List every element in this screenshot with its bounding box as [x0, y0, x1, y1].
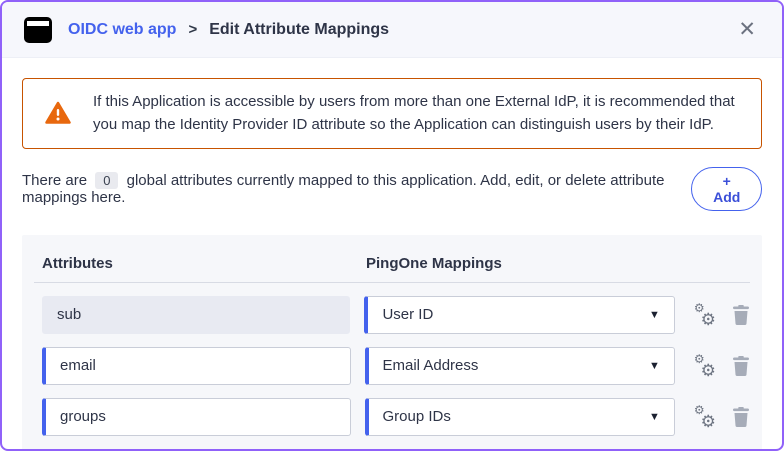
- mapping-dropdown[interactable]: Group IDs ▼: [364, 397, 675, 436]
- dialog-content: If this Application is accessible by use…: [2, 58, 782, 449]
- attribute-input[interactable]: [42, 346, 351, 385]
- table-row: Email Address ▼ ⚙ ⚙: [32, 346, 752, 385]
- chevron-down-icon: ▼: [649, 308, 660, 321]
- breadcrumb-separator: >: [188, 21, 198, 38]
- advanced-settings-button[interactable]: ⚙ ⚙: [692, 404, 717, 430]
- mapping-dropdown[interactable]: User ID ▼: [364, 295, 675, 334]
- gears-icon: ⚙: [700, 360, 716, 380]
- summary-text: There are 0 global attributes currently …: [22, 171, 691, 206]
- advanced-settings-button[interactable]: ⚙ ⚙: [692, 302, 717, 328]
- dialog-header: OIDC web app > Edit Attribute Mappings ✕: [2, 2, 782, 58]
- table-row: Group IDs ▼ ⚙ ⚙: [32, 397, 752, 436]
- close-button[interactable]: ✕: [734, 17, 760, 42]
- mapping-dropdown-value: Email Address: [382, 357, 479, 374]
- add-mapping-button[interactable]: + Add: [691, 166, 762, 211]
- breadcrumb-app-link[interactable]: OIDC web app: [68, 21, 176, 39]
- delete-mapping-button[interactable]: [731, 405, 752, 429]
- chevron-down-icon: ▼: [649, 359, 660, 372]
- warning-triangle-icon: [45, 101, 71, 125]
- chevron-down-icon: ▼: [649, 410, 660, 423]
- delete-mapping-button[interactable]: [731, 354, 752, 378]
- trash-icon: [733, 355, 750, 376]
- summary-row: There are 0 global attributes currently …: [22, 166, 762, 211]
- attribute-input[interactable]: [42, 397, 351, 436]
- column-header-attributes: Attributes: [42, 254, 113, 272]
- edit-attribute-mappings-dialog: OIDC web app > Edit Attribute Mappings ✕…: [0, 0, 784, 451]
- mapped-count-badge: 0: [95, 171, 119, 189]
- summary-suffix: global attributes currently mapped to th…: [22, 171, 665, 206]
- delete-mapping-button[interactable]: [731, 303, 752, 327]
- idp-warning-banner: If this Application is accessible by use…: [22, 78, 762, 149]
- mapping-dropdown-value: Group IDs: [382, 408, 451, 425]
- table-column-headers: Attributes PingOne Mappings: [32, 247, 752, 282]
- application-window-icon: [24, 16, 52, 43]
- gears-icon: ⚙: [700, 411, 716, 431]
- mappings-table: Attributes PingOne Mappings User ID ▼ ⚙ …: [22, 234, 762, 449]
- page-title: Edit Attribute Mappings: [209, 20, 390, 38]
- summary-prefix: There are: [22, 171, 88, 189]
- advanced-settings-button[interactable]: ⚙ ⚙: [692, 353, 717, 379]
- mapping-dropdown-value: User ID: [382, 306, 434, 323]
- trash-icon: [733, 304, 750, 325]
- table-row: User ID ▼ ⚙ ⚙: [32, 295, 752, 334]
- header-divider: [34, 281, 750, 283]
- gears-icon: ⚙: [700, 309, 716, 329]
- warning-message: If this Application is accessible by use…: [93, 93, 735, 134]
- trash-icon: [733, 406, 750, 427]
- column-header-pingone-mappings: PingOne Mappings: [366, 254, 502, 272]
- mapping-dropdown[interactable]: Email Address ▼: [364, 346, 675, 385]
- attribute-input[interactable]: [42, 295, 351, 334]
